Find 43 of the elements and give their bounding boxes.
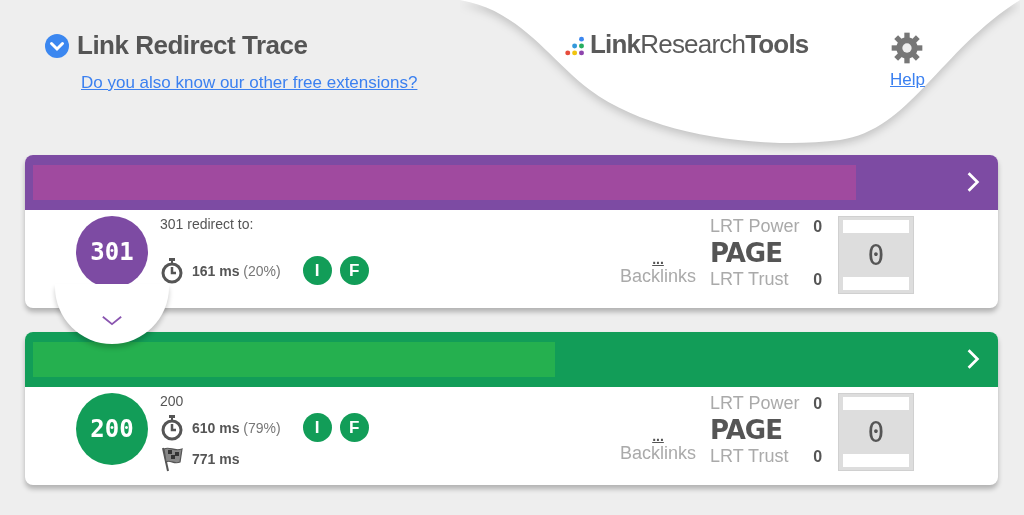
total-time-text: 771 ms [192,451,240,467]
lrt-power-label: LRT Power [710,216,800,237]
stopwatch-icon [160,257,184,284]
app-title: Link Redirect Trace [77,30,308,61]
backlinks-link[interactable]: ... [652,429,664,443]
backlinks-link[interactable]: ... [652,252,664,266]
lrt-power-label: LRT Power [710,393,800,414]
info-badge[interactable]: I [302,256,332,285]
gauge-bar [843,397,910,410]
info-badge[interactable]: F [339,256,369,285]
lrt-power-value: 0 [813,218,823,236]
hop-label: 301 redirect to: [160,216,255,232]
gauge-bar [843,277,910,290]
info-badge[interactable]: F [339,413,369,442]
info-badge[interactable]: I [302,413,332,442]
gauge-bar [843,454,910,467]
lrt-trust-value: 0 [813,271,823,289]
checkered-flag-icon [160,446,184,472]
page-label: PAGE [710,414,783,446]
chevron-right-icon[interactable] [966,171,980,193]
gauge-bar [843,220,910,233]
status-code-badge: 200 [76,393,148,465]
lrt-power-value: 0 [813,395,823,413]
help-link[interactable]: Help [890,70,925,90]
chevron-down-icon [45,33,69,58]
time-text: 161 ms (20%) [192,262,281,279]
stopwatch-icon [160,414,184,441]
score-value: 0 [867,238,885,272]
page-label: PAGE [710,237,783,269]
lrt-trust-label: LRT Trust [710,446,789,467]
chevron-right-icon[interactable] [966,348,980,370]
dots-logo-icon [565,35,587,57]
time-text: 610 ms (79%) [192,419,281,436]
backlinks-label: Backlinks [620,266,697,287]
lrt-trust-label: LRT Trust [710,269,789,290]
backlinks-label: Backlinks [620,443,697,464]
logo-text: LinkResearchTools [590,29,809,60]
chevron-down-icon [101,315,123,326]
settings-icon[interactable] [891,32,924,64]
extensions-link[interactable]: Do you also know our other free extensions? [81,73,418,93]
hop-label: 200 [160,393,185,409]
score-value: 0 [867,415,885,449]
lrt-trust-value: 0 [813,448,823,466]
